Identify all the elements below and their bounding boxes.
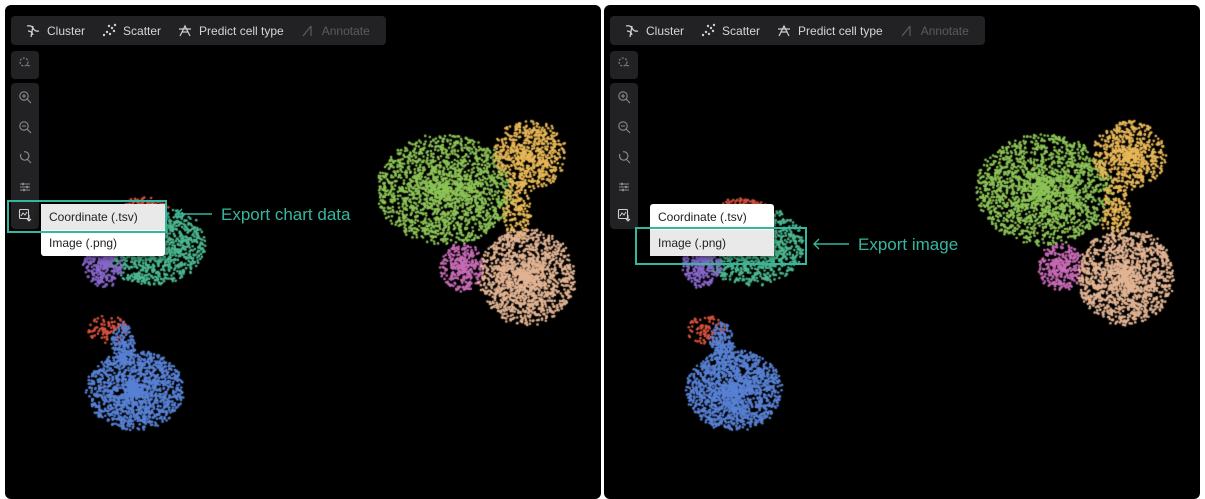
cluster-label: Cluster <box>646 23 685 38</box>
predict-cell-type-button[interactable]: Predict cell type <box>768 16 891 45</box>
zoom-out-button[interactable] <box>11 115 39 143</box>
predict-cell-type-label: Predict cell type <box>199 23 284 38</box>
lasso-select-icon <box>617 56 631 75</box>
zoom-out-button[interactable] <box>610 115 638 143</box>
zoom-in-button[interactable] <box>11 85 39 113</box>
settings-button[interactable] <box>11 175 39 203</box>
callout-label: Export image <box>858 235 959 254</box>
arrow-left-icon <box>175 205 213 225</box>
zoom-in-button[interactable] <box>610 85 638 113</box>
highlight-coordinate-option <box>7 200 167 233</box>
scatter-panel-right[interactable]: Cluster Scatter Predict cell type Annota… <box>604 5 1200 499</box>
callout-label: Export chart data <box>221 205 351 224</box>
plot-toolbar: Cluster Scatter Predict cell type Annota… <box>610 16 985 45</box>
reset-zoom-icon <box>18 150 32 169</box>
zoom-out-icon <box>617 120 631 139</box>
selection-tools <box>11 51 39 79</box>
lasso-select-icon <box>18 56 32 75</box>
annotate-label: Annotate <box>920 23 969 38</box>
scatter-button[interactable]: Scatter <box>93 16 169 45</box>
zoom-in-icon <box>617 90 631 109</box>
highlight-image-option <box>635 227 807 265</box>
scatter-panel-left[interactable]: Cluster Scatter Predict cell type Annota… <box>5 5 601 499</box>
callout-export-chart-data: Export chart data <box>175 205 350 225</box>
selection-tools <box>610 51 638 79</box>
cluster-icon <box>624 23 640 39</box>
settings-sliders-icon <box>18 180 32 199</box>
scatter-icon <box>700 23 716 39</box>
settings-button[interactable] <box>610 175 638 203</box>
callout-export-image: Export image <box>812 235 958 255</box>
export-icon <box>617 208 631 227</box>
annotate-icon <box>300 23 316 39</box>
export-image-png[interactable]: Image (.png) <box>41 230 165 256</box>
cluster-label: Cluster <box>47 23 86 38</box>
reset-zoom-button[interactable] <box>11 145 39 173</box>
predict-cell-type-button[interactable]: Predict cell type <box>169 16 292 45</box>
cluster-button[interactable]: Cluster <box>17 16 93 45</box>
annotate-button[interactable]: Annotate <box>891 16 977 45</box>
annotate-label: Annotate <box>321 23 370 38</box>
cluster-button[interactable]: Cluster <box>616 16 692 45</box>
predict-cell-type-icon <box>776 23 792 39</box>
lasso-select-button[interactable] <box>610 51 638 79</box>
cluster-icon <box>25 23 41 39</box>
scatter-label: Scatter <box>722 23 761 38</box>
scatter-label: Scatter <box>123 23 162 38</box>
annotate-icon <box>899 23 915 39</box>
scatter-button[interactable]: Scatter <box>692 16 768 45</box>
predict-cell-type-icon <box>177 23 193 39</box>
scatter-icon <box>101 23 117 39</box>
lasso-select-button[interactable] <box>11 51 39 79</box>
annotate-button[interactable]: Annotate <box>292 16 378 45</box>
settings-sliders-icon <box>617 180 631 199</box>
export-button[interactable] <box>610 203 638 231</box>
arrow-left-icon <box>812 235 850 255</box>
predict-cell-type-label: Predict cell type <box>798 23 883 38</box>
reset-zoom-icon <box>617 150 631 169</box>
zoom-out-icon <box>18 120 32 139</box>
reset-zoom-button[interactable] <box>610 145 638 173</box>
view-tools <box>610 83 638 229</box>
zoom-in-icon <box>18 90 32 109</box>
plot-toolbar: Cluster Scatter Predict cell type Annota… <box>11 16 386 45</box>
